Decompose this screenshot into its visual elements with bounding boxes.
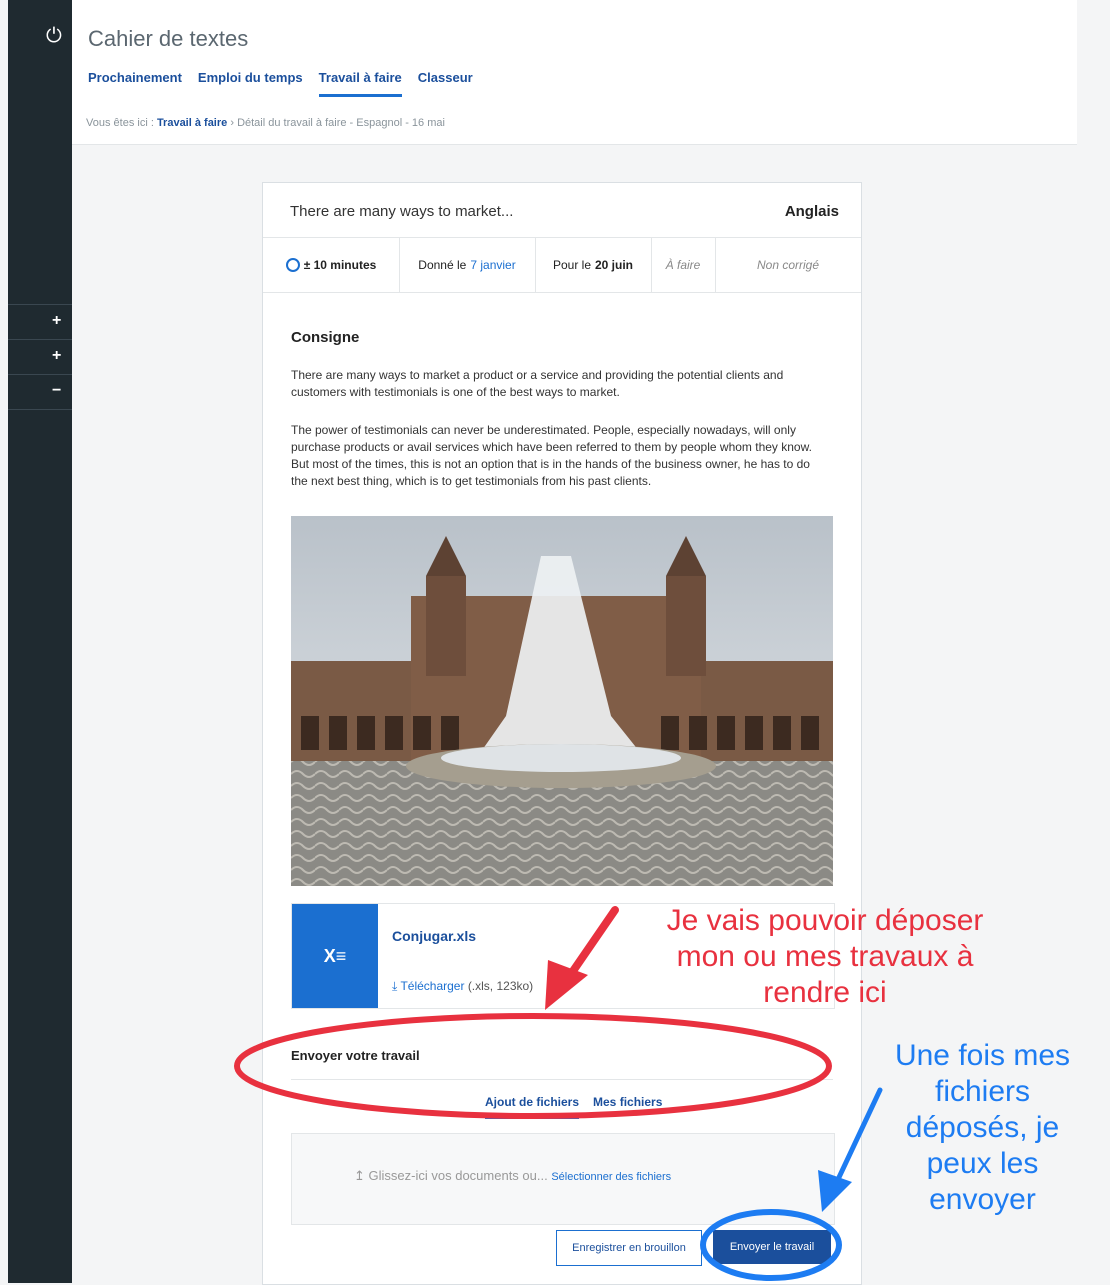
breadcrumb: Vous êtes ici : Travail à faire › Détail…	[72, 104, 1077, 145]
submission-tabs: Ajout de fichiers Mes fichiers	[485, 1095, 662, 1119]
red-annotation-line-3: rendre ici	[763, 976, 887, 1009]
status-badge: À faire	[665, 258, 701, 272]
breadcrumb-prefix: Vous êtes ici :	[86, 117, 154, 129]
given-date-cell: Donné le 7 janvier	[399, 238, 536, 292]
tab-classeur[interactable]: Classeur	[418, 70, 473, 97]
duration-cell: ± 10 minutes	[263, 238, 400, 292]
select-files-link[interactable]: Sélectionner des fichiers	[551, 1171, 671, 1183]
excel-file-icon: X≡	[292, 904, 378, 1008]
save-draft-button[interactable]: Enregistrer en brouillon	[556, 1230, 702, 1266]
sidebar-expand-button-1[interactable]: +	[8, 304, 72, 339]
subject-label: Anglais	[784, 203, 839, 220]
blue-annotation-line-5: envoyer	[929, 1183, 1036, 1216]
assignment-card: There are many ways to market... Anglais…	[262, 182, 862, 1285]
assignment-title: There are many ways to market...	[290, 203, 514, 220]
red-annotation-line-1: Je vais pouvoir déposer	[666, 904, 984, 937]
submission-title: Envoyer votre travail	[291, 1048, 420, 1063]
main-tabs: Prochainement Emploi du temps Travail à …	[88, 70, 473, 97]
attachment-name[interactable]: Conjugar.xls	[392, 928, 476, 944]
download-link[interactable]: ⤓ Télécharger (.xls, 123ko)	[392, 979, 533, 994]
red-annotation-text: Je vais pouvoir déposer mon ou mes trava…	[600, 903, 1050, 1011]
assignment-header: There are many ways to market... Anglais	[263, 183, 861, 238]
breadcrumb-current: Détail du travail à faire - Espagnol - 1…	[237, 117, 445, 129]
sidebar-collapse-button[interactable]: −	[8, 374, 72, 410]
tab-emploi-du-temps[interactable]: Emploi du temps	[198, 70, 303, 97]
clock-icon	[285, 258, 300, 272]
sidebar-expand-button-2[interactable]: +	[8, 339, 72, 374]
assignment-photo	[291, 516, 833, 886]
blue-annotation-line-3: déposés, je	[905, 1111, 1060, 1144]
submission-divider	[291, 1079, 833, 1080]
tab-ajout-de-fichiers[interactable]: Ajout de fichiers	[485, 1095, 580, 1119]
breadcrumb-separator: ›	[230, 117, 234, 129]
red-annotation-line-2: mon ou mes travaux à	[676, 940, 974, 973]
drop-text: Glissez-ici vos documents ou...	[368, 1168, 548, 1183]
file-drop-zone[interactable]: ↥ Glissez-ici vos documents ou... Sélect…	[291, 1133, 835, 1225]
correction-status: Non corrigé	[756, 258, 820, 272]
download-icon: ⤓	[392, 979, 398, 993]
upload-icon: ↥	[354, 1168, 365, 1183]
tab-prochainement[interactable]: Prochainement	[88, 70, 182, 97]
blue-annotation-line-4: peux les	[926, 1147, 1039, 1180]
top-header: Cahier de textes Prochainement Emploi du…	[72, 0, 1077, 105]
download-meta: (.xls, 123ko)	[467, 979, 534, 993]
given-date: 7 janvier	[470, 258, 516, 272]
app-title: Cahier de textes	[88, 26, 249, 51]
instruction-heading: Consigne	[291, 329, 360, 346]
breadcrumb-link[interactable]: Travail à faire	[157, 117, 227, 129]
power-icon[interactable]: ⏻	[46, 26, 62, 46]
status-cell: À faire	[651, 238, 716, 292]
blue-annotation-text: Une fois mes fichiers déposés, je peux l…	[860, 1038, 1105, 1218]
assignment-meta: ± 10 minutes Donné le 7 janvier Pour le …	[263, 238, 861, 293]
tab-travail-a-faire[interactable]: Travail à faire	[318, 70, 402, 97]
given-label: Donné le	[418, 258, 467, 272]
correction-cell: Non corrigé	[715, 238, 861, 292]
blue-annotation-line-1: Une fois mes	[894, 1039, 1071, 1072]
blue-annotation-line-2: fichiers	[934, 1075, 1031, 1108]
duration-value: ± 10 minutes	[303, 258, 377, 272]
instruction-paragraph-2: The power of testimonials can never be u…	[291, 423, 812, 488]
due-date: 20 juin	[595, 258, 634, 272]
due-date-cell: Pour le 20 juin	[535, 238, 652, 292]
left-sidebar	[8, 0, 72, 1283]
tab-mes-fichiers[interactable]: Mes fichiers	[593, 1095, 662, 1119]
due-label: Pour le	[552, 258, 591, 272]
submit-work-button[interactable]: Envoyer le travail	[713, 1230, 831, 1264]
instruction-paragraph-1: There are many ways to market a product …	[291, 368, 784, 399]
download-label[interactable]: Télécharger	[400, 979, 464, 993]
